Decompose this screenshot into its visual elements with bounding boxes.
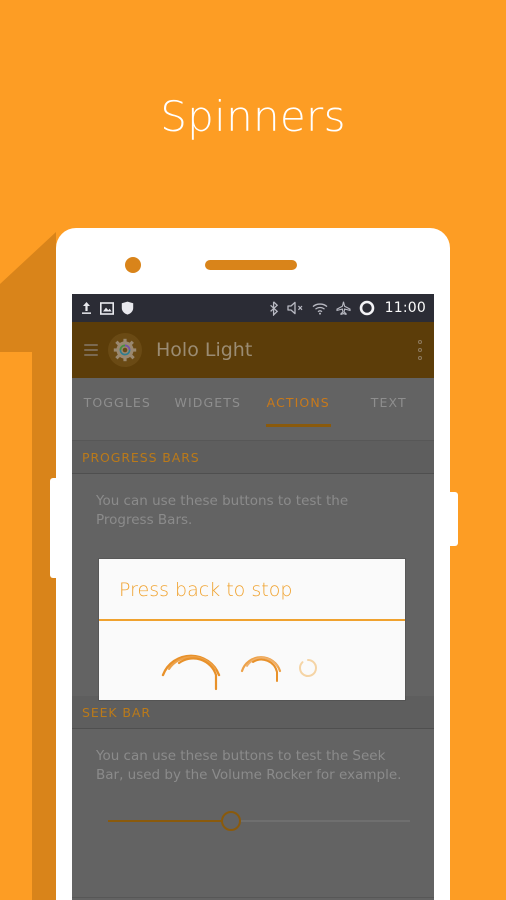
tab-label: WIDGETS: [174, 395, 242, 410]
screen-bottom-area: [72, 857, 434, 897]
tab-label: TOGGLES: [83, 395, 151, 410]
tab-toggles[interactable]: TOGGLES: [72, 378, 163, 440]
section-body-seek-bar: You can use these buttons to test the Se…: [72, 729, 434, 785]
volume-rocker-button[interactable]: [50, 478, 62, 578]
page-background: Spinners 11:00 Holo Light TOGGLES WIDGET…: [0, 0, 506, 900]
spinner-small: [297, 657, 319, 683]
section-header-progress-bars: PROGRESS BARS: [72, 441, 434, 474]
spinner-large: [159, 629, 231, 699]
tab-actions[interactable]: ACTIONS: [253, 378, 344, 440]
image-icon: [100, 301, 114, 315]
status-bar: 11:00: [72, 294, 434, 322]
progress-dialog: Press back to stop: [99, 559, 405, 700]
tab-active-indicator: [265, 424, 331, 427]
speaker-grille-icon: [205, 260, 297, 270]
page-title: Spinners: [160, 92, 346, 141]
section-header-seek-bar: SEEK BAR: [72, 696, 434, 729]
ring-icon: [359, 300, 375, 316]
tab-bar: TOGGLES WIDGETS ACTIONS TEXT: [72, 378, 434, 440]
dialog-title: Press back to stop: [119, 579, 293, 601]
overflow-menu-icon[interactable]: [418, 340, 422, 360]
seek-bar-fill: [108, 820, 232, 822]
tab-widgets[interactable]: WIDGETS: [163, 378, 254, 440]
app-title: Holo Light: [156, 339, 253, 361]
volume-muted-icon: [286, 301, 304, 315]
wifi-icon: [312, 302, 328, 315]
seek-bar-thumb[interactable]: [221, 811, 241, 831]
status-bar-clock: 11:00: [384, 300, 426, 316]
screen-bottom-divider: [72, 897, 434, 898]
gear-icon[interactable]: [108, 333, 142, 367]
dialog-content: [99, 621, 405, 699]
shield-icon: [121, 301, 134, 315]
seek-bar-description: You can use these buttons to test the Se…: [96, 748, 402, 783]
hamburger-menu-icon[interactable]: [84, 344, 98, 356]
spinner-medium: [239, 639, 289, 691]
status-bar-right-icons: 11:00: [269, 300, 426, 316]
airplane-mode-icon: [336, 301, 351, 315]
progress-bars-description: You can use these buttons to test the Pr…: [96, 493, 349, 528]
seek-bar-row: [72, 785, 434, 857]
upload-icon: [80, 301, 93, 315]
seek-bar[interactable]: [96, 811, 410, 831]
status-bar-left-icons: [80, 301, 134, 315]
tab-label: ACTIONS: [266, 395, 330, 410]
tab-text[interactable]: TEXT: [344, 378, 435, 440]
action-bar: Holo Light: [72, 322, 434, 378]
bluetooth-icon: [269, 300, 279, 316]
power-button[interactable]: [449, 492, 458, 546]
camera-dot-icon: [125, 257, 141, 273]
tab-label: TEXT: [370, 395, 407, 410]
